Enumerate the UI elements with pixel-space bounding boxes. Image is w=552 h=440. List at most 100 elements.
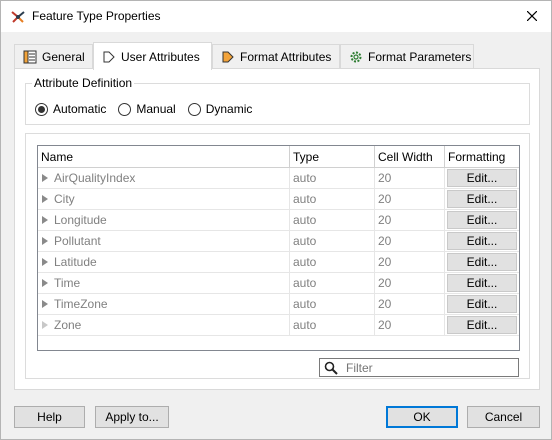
expand-arrow-icon[interactable] xyxy=(42,300,48,308)
table-row[interactable]: AirQualityIndex auto 20 Edit... xyxy=(38,168,519,189)
column-header-name[interactable]: Name xyxy=(38,146,290,168)
radio-button[interactable] xyxy=(187,102,201,116)
cell-width[interactable]: 20 xyxy=(375,315,445,335)
cell-formatting: Edit... xyxy=(445,189,519,209)
radio-dynamic[interactable]: Dynamic xyxy=(187,102,253,116)
attribute-definition-options: Automatic Manual Dynamic xyxy=(35,102,264,116)
expand-arrow-icon[interactable] xyxy=(42,237,48,245)
expand-arrow-icon[interactable] xyxy=(42,279,48,287)
apply-to-button[interactable]: Apply to... xyxy=(95,406,169,428)
expand-arrow-icon[interactable] xyxy=(42,216,48,224)
attribute-name: City xyxy=(54,192,75,206)
cell-type[interactable]: auto xyxy=(290,168,375,188)
attribute-name: Longitude xyxy=(54,213,107,227)
attribute-name: AirQualityIndex xyxy=(54,171,136,185)
edit-format-button[interactable]: Edit... xyxy=(447,190,517,208)
edit-format-button[interactable]: Edit... xyxy=(447,295,517,313)
cell-type[interactable]: auto xyxy=(290,315,375,335)
radio-manual[interactable]: Manual xyxy=(118,102,176,116)
cell-width[interactable]: 20 xyxy=(375,294,445,314)
table-row[interactable]: City auto 20 Edit... xyxy=(38,189,519,210)
cell-type[interactable]: auto xyxy=(290,189,375,209)
cancel-button[interactable]: Cancel xyxy=(467,406,540,428)
attribute-definition-group: Attribute Definition Automatic Manual Dy… xyxy=(25,76,530,125)
user-attributes-panel: Attribute Definition Automatic Manual Dy… xyxy=(14,68,540,390)
cell-formatting: Edit... xyxy=(445,168,519,188)
edit-format-button[interactable]: Edit... xyxy=(447,316,517,334)
tab-general[interactable]: General xyxy=(14,44,93,69)
table-row[interactable]: Longitude auto 20 Edit... xyxy=(38,210,519,231)
cell-formatting: Edit... xyxy=(445,210,519,230)
fme-app-icon xyxy=(10,9,26,25)
expand-arrow-icon[interactable] xyxy=(42,321,48,329)
attribute-name: Time xyxy=(54,276,81,290)
cell-width[interactable]: 20 xyxy=(375,231,445,251)
cell-width[interactable]: 20 xyxy=(375,189,445,209)
radio-dynamic-label: Dynamic xyxy=(205,102,253,116)
radio-button-selected[interactable] xyxy=(35,102,48,116)
attribute-name: TimeZone xyxy=(54,297,108,311)
cell-formatting: Edit... xyxy=(445,252,519,272)
close-button[interactable] xyxy=(515,2,549,30)
cell-type[interactable]: auto xyxy=(290,273,375,293)
help-button[interactable]: Help xyxy=(14,406,85,428)
radio-automatic-label: Automatic xyxy=(53,102,107,116)
table-row[interactable]: Pollutant auto 20 Edit... xyxy=(38,231,519,252)
attribute-definition-label: Attribute Definition xyxy=(32,76,135,90)
table-row[interactable]: Time auto 20 Edit... xyxy=(38,273,519,294)
cell-name: Pollutant xyxy=(38,231,290,251)
tab-format-attributes[interactable]: Format Attributes xyxy=(212,44,340,69)
tab-user-attributes-label: User Attributes xyxy=(121,49,200,64)
radio-button[interactable] xyxy=(118,102,132,116)
close-icon xyxy=(527,11,537,21)
cell-name: Time xyxy=(38,273,290,293)
cell-width[interactable]: 20 xyxy=(375,210,445,230)
attributes-frame: Name Type Cell Width Formatting AirQuali… xyxy=(25,133,530,379)
table-row[interactable]: Latitude auto 20 Edit... xyxy=(38,252,519,273)
tab-user-attributes[interactable]: User Attributes xyxy=(93,42,212,70)
tab-general-label: General xyxy=(42,50,85,64)
edit-format-button[interactable]: Edit... xyxy=(447,274,517,292)
cell-name: Latitude xyxy=(38,252,290,272)
radio-automatic[interactable]: Automatic xyxy=(35,102,106,116)
attribute-name: Latitude xyxy=(54,255,97,269)
cell-name: City xyxy=(38,189,290,209)
format-attributes-icon xyxy=(221,50,235,64)
cell-name: Zone xyxy=(38,315,290,335)
table-header: Name Type Cell Width Formatting xyxy=(38,146,519,168)
edit-format-button[interactable]: Edit... xyxy=(447,169,517,187)
cell-formatting: Edit... xyxy=(445,315,519,335)
ok-button[interactable]: OK xyxy=(386,406,458,428)
expand-arrow-icon[interactable] xyxy=(42,258,48,266)
search-icon xyxy=(324,361,338,375)
expand-arrow-icon[interactable] xyxy=(42,195,48,203)
edit-format-button[interactable]: Edit... xyxy=(447,253,517,271)
edit-format-button[interactable]: Edit... xyxy=(447,232,517,250)
cell-width[interactable]: 20 xyxy=(375,252,445,272)
cell-width[interactable]: 20 xyxy=(375,273,445,293)
cell-type[interactable]: auto xyxy=(290,210,375,230)
column-header-formatting[interactable]: Formatting xyxy=(445,146,519,168)
cell-width[interactable]: 20 xyxy=(375,168,445,188)
attribute-name: Zone xyxy=(54,318,82,332)
tab-format-parameters[interactable]: Format Parameters xyxy=(340,44,474,69)
expand-arrow-icon[interactable] xyxy=(42,174,48,182)
cell-name: TimeZone xyxy=(38,294,290,314)
attributes-table[interactable]: Name Type Cell Width Formatting AirQuali… xyxy=(37,145,520,351)
gear-icon xyxy=(349,50,363,64)
cell-type[interactable]: auto xyxy=(290,231,375,251)
edit-format-button[interactable]: Edit... xyxy=(447,211,517,229)
table-row[interactable]: TimeZone auto 20 Edit... xyxy=(38,294,519,315)
cell-type[interactable]: auto xyxy=(290,294,375,314)
column-header-cell-width[interactable]: Cell Width xyxy=(375,146,445,168)
table-body: AirQualityIndex auto 20 Edit... City aut… xyxy=(38,168,519,336)
table-row[interactable]: Zone auto 20 Edit... xyxy=(38,315,519,336)
filter-input[interactable] xyxy=(346,360,506,375)
cell-formatting: Edit... xyxy=(445,273,519,293)
cell-formatting: Edit... xyxy=(445,231,519,251)
feature-type-properties-dialog: Feature Type Properties General User Att… xyxy=(0,0,552,440)
cell-type[interactable]: auto xyxy=(290,252,375,272)
column-header-type[interactable]: Type xyxy=(290,146,375,168)
filter-box[interactable] xyxy=(319,358,519,377)
cell-name: AirQualityIndex xyxy=(38,168,290,188)
